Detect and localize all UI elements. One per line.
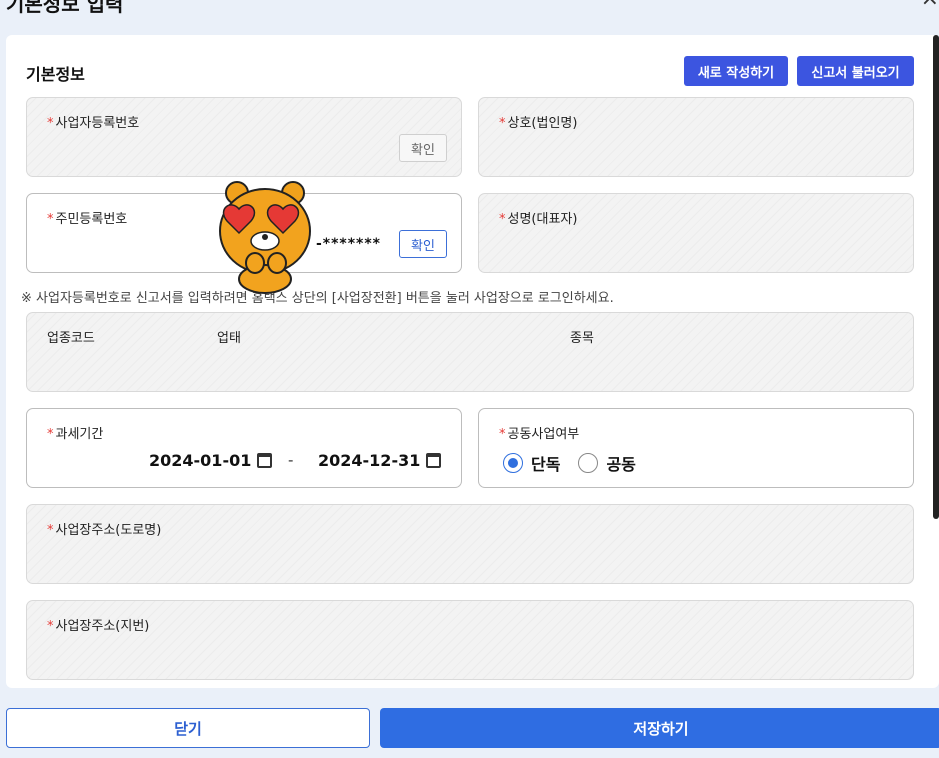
required-mark: * — [47, 523, 54, 538]
radio-joint-label[interactable]: 공동 — [606, 451, 635, 475]
industry-field: 업종코드 업태 종목 — [26, 312, 914, 392]
business-number-label: 사업자등록번호 — [55, 116, 140, 131]
business-type-label: 업태 — [217, 331, 241, 346]
tax-period-field: * 과세기간 2024-01-01 - 2024-12-31 — [26, 408, 462, 488]
modal-title: 기본정보 입력 — [6, 0, 124, 16]
tax-period-start-value: 2024-01-01 — [149, 451, 252, 470]
company-name-field: * 상호(법인명) — [478, 97, 914, 177]
login-notice: ※ 사업자등록번호로 신고서를 입력하려면 홈택스 상단의 [사업장전환] 버튼… — [21, 291, 614, 306]
date-separator: - — [288, 451, 294, 469]
required-mark: * — [499, 427, 506, 442]
representative-field: * 성명(대표자) — [478, 193, 914, 273]
business-number-confirm-button[interactable]: 확인 — [399, 134, 447, 162]
close-button[interactable]: 닫기 — [6, 708, 370, 748]
address-lot-field: * 사업장주소(지번) — [26, 600, 914, 680]
joint-business-field: * 공동사업여부 단독 공동 — [478, 408, 914, 488]
resident-number-label: 주민등록번호 — [55, 212, 128, 227]
required-mark: * — [47, 116, 54, 131]
tax-period-end-value: 2024-12-31 — [318, 451, 421, 470]
required-mark: * — [499, 116, 506, 131]
industry-code-label: 업종코드 — [47, 331, 95, 346]
required-mark: * — [47, 212, 54, 227]
new-write-button[interactable]: 새로 작성하기 — [684, 56, 788, 86]
calendar-icon[interactable] — [257, 453, 273, 468]
required-mark: * — [47, 619, 54, 634]
radio-joint[interactable] — [578, 453, 599, 473]
business-number-field: * 사업자등록번호 확인 — [26, 97, 462, 177]
radio-sole-label[interactable]: 단독 — [531, 451, 560, 475]
close-icon[interactable]: × — [921, 0, 939, 11]
company-name-label: 상호(법인명) — [507, 116, 578, 131]
address-road-field: * 사업장주소(도로명) — [26, 504, 914, 584]
section-title: 기본정보 — [26, 65, 85, 84]
required-mark: * — [47, 427, 54, 442]
joint-business-radio-group: 단독 공동 — [503, 451, 654, 475]
tax-period-start[interactable]: 2024-01-01 — [149, 451, 273, 470]
business-item-label: 종목 — [570, 331, 594, 346]
address-lot-label: 사업장주소(지번) — [55, 619, 150, 634]
tax-period-end[interactable]: 2024-12-31 — [318, 451, 442, 470]
required-mark: * — [499, 212, 506, 227]
resident-number-masked: -******* — [315, 236, 381, 252]
save-button[interactable]: 저장하기 — [380, 708, 939, 748]
address-road-label: 사업장주소(도로명) — [55, 523, 162, 538]
radio-sole[interactable] — [503, 453, 523, 473]
basic-info-card: 기본정보 새로 작성하기 신고서 불러오기 * 사업자등록번호 확인 * 상호(법인… — [6, 35, 939, 688]
representative-label: 성명(대표자) — [507, 212, 578, 227]
scrollbar[interactable] — [933, 35, 939, 519]
joint-business-label: 공동사업여부 — [507, 427, 580, 442]
calendar-icon[interactable] — [426, 453, 442, 468]
bear-sticker-icon — [219, 181, 311, 294]
tax-period-label: 과세기간 — [55, 427, 104, 442]
load-report-button[interactable]: 신고서 불러오기 — [797, 56, 914, 86]
resident-number-confirm-button[interactable]: 확인 — [399, 230, 447, 258]
